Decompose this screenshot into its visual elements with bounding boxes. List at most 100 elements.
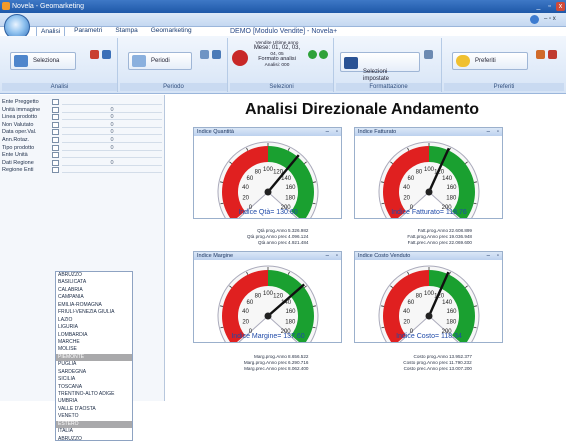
minimize-gauge-button[interactable]: – — [487, 128, 490, 136]
filter-value[interactable]: 0 — [62, 129, 162, 136]
region-list-item[interactable]: VENETO — [56, 413, 132, 420]
region-list-item[interactable]: PUGLIA — [56, 361, 132, 368]
period-list-icon[interactable] — [212, 50, 221, 59]
tab-stampa[interactable]: Stampa — [111, 26, 141, 36]
maximize-button[interactable]: ▫ — [545, 2, 554, 11]
filter-checkbox[interactable] — [52, 137, 59, 143]
filter-checkbox[interactable] — [52, 159, 59, 166]
region-list-item[interactable]: MOLISE — [56, 346, 132, 353]
maximize-gauge-button[interactable]: ▫ — [497, 252, 499, 260]
format-icon[interactable] — [424, 50, 433, 59]
selezioni-impostate-button[interactable]: Selezioni impostate — [340, 52, 420, 82]
filter-checkbox[interactable] — [52, 99, 59, 105]
region-list-item[interactable]: UMBRIA — [56, 398, 132, 405]
filter-value[interactable]: 0 — [62, 122, 162, 128]
region-list-item[interactable]: TOSCANA — [56, 384, 132, 391]
edit-favorites-icon[interactable] — [536, 50, 545, 59]
gauge-hub — [425, 312, 433, 320]
region-list-item[interactable]: ESTERO — [56, 420, 132, 429]
filter-checkbox[interactable] — [52, 106, 59, 113]
region-list-item[interactable]: PIEMONTE — [56, 353, 132, 362]
region-list-item[interactable]: BASILICATA — [56, 279, 132, 286]
filter-row[interactable]: Ann.Rotaz. 0 — [2, 137, 162, 144]
gauge-stats: Fatt.prog.Anno 22.608.899 Fatt.prog.Anno p… — [354, 228, 503, 248]
filter-checkbox[interactable] — [52, 152, 59, 159]
filter-row[interactable]: Tipo prodotto 0 — [2, 144, 162, 152]
stop-icon[interactable] — [232, 50, 248, 66]
filter-value[interactable] — [62, 99, 162, 105]
stat-row: Qtà anno prec 4.921.484 — [193, 240, 342, 246]
region-list-item[interactable]: EMILIA-ROMAGNA — [56, 302, 132, 309]
preferiti-button[interactable]: Preferiti — [452, 52, 528, 70]
maximize-gauge-button[interactable]: ▫ — [336, 128, 338, 136]
region-list-item[interactable]: ABRUZZO — [56, 436, 132, 443]
minimize-button[interactable]: _ — [534, 2, 543, 11]
gauge-tick-label: 60 — [247, 300, 254, 306]
gauge-tick-label: 160 — [285, 309, 296, 315]
period-settings-icon[interactable] — [200, 50, 209, 59]
region-list[interactable]: ABRUZZO BASILICATA CALABRIA CAMPANIA EMILIA-… — [55, 271, 133, 443]
filter-value[interactable]: 0 — [62, 145, 162, 151]
filter-checkbox[interactable] — [52, 121, 59, 128]
group-label-selezioni: Selezioni — [230, 83, 333, 91]
filter-row[interactable]: Ente Unità — [2, 152, 162, 159]
region-list-item[interactable]: MARCHE — [56, 339, 132, 346]
filter-row[interactable]: Regione Enti — [2, 167, 162, 174]
region-list-item[interactable]: FRIULI-VENEZIA GIULIA — [56, 309, 132, 316]
help-icon[interactable] — [530, 15, 539, 24]
window-controls-icon[interactable]: – ▫ x — [544, 16, 562, 23]
filter-row[interactable]: Dati Regione 0 — [2, 159, 162, 167]
periodi-button[interactable]: Periodi — [128, 52, 192, 70]
region-list-item[interactable]: SICILIA — [56, 376, 132, 383]
minimize-gauge-button[interactable]: – — [326, 252, 329, 260]
gauge-panel: Indice Costo Venduto – ▫ 0 20 40 60 80 100 120 140… — [354, 251, 503, 343]
save-icon[interactable] — [102, 50, 111, 59]
maximize-gauge-button[interactable]: ▫ — [497, 128, 499, 136]
filter-checkbox[interactable] — [52, 129, 59, 136]
region-list-item[interactable]: LIGURIA — [56, 324, 132, 331]
remove-favorites-icon[interactable] — [548, 50, 557, 59]
forward-icon[interactable] — [308, 50, 317, 59]
app-icon[interactable] — [2, 2, 10, 10]
tab-geomarketing[interactable]: Geomarketing — [147, 26, 196, 36]
delete-icon[interactable] — [90, 50, 99, 59]
region-list-item[interactable]: CAMPANIA — [56, 294, 132, 301]
filter-value[interactable]: 0 — [62, 114, 162, 121]
page-title: Analisi Direzionale Andamento — [244, 101, 480, 118]
filter-row[interactable]: Non Valutato 0 — [2, 121, 162, 129]
stat-label: Qtà prog.Anno — [257, 228, 287, 233]
filter-value[interactable]: 0 — [62, 160, 162, 166]
filter-label: Tipo prodotto — [2, 144, 35, 151]
filter-value[interactable] — [62, 152, 162, 159]
stat-label: Qtà anno prec — [257, 240, 287, 246]
filter-value[interactable]: 0 — [62, 107, 162, 113]
group-label-preferiti: Preferiti — [444, 83, 564, 91]
filter-value[interactable] — [62, 167, 162, 174]
stat-label: Fatt.prec.Anno prec — [407, 240, 448, 246]
filter-value[interactable]: 0 — [62, 137, 162, 143]
region-list-item[interactable]: LOMBARDIA — [56, 332, 132, 339]
region-list-item[interactable]: LAZIO — [56, 317, 132, 324]
region-list-item[interactable]: VALLE D'AOSTA — [56, 406, 132, 413]
minimize-gauge-button[interactable]: – — [487, 252, 490, 260]
close-button[interactable]: x — [556, 2, 565, 11]
filter-row[interactable]: Linea prodotto 0 — [2, 114, 162, 121]
tab-parametri[interactable]: Parametri — [70, 26, 106, 36]
region-list-item[interactable]: TRENTINO-ALTO ADIGE — [56, 391, 132, 398]
tab-analisi[interactable]: Analisi — [36, 26, 66, 36]
region-list-item[interactable]: CALABRIA — [56, 287, 132, 294]
group-formattazione: Selezioni impostate Formattazione — [336, 38, 442, 92]
region-list-item[interactable]: ITALIA — [56, 428, 132, 435]
region-list-item[interactable]: ABRUZZO — [56, 272, 132, 279]
filter-row[interactable]: Ente Preggetto — [2, 99, 162, 106]
minimize-gauge-button[interactable]: – — [326, 128, 329, 136]
seleziona-button[interactable]: Seleziona — [10, 52, 76, 70]
maximize-gauge-button[interactable]: ▫ — [336, 252, 338, 260]
filter-row[interactable]: Data oper.Val. 0 — [2, 129, 162, 136]
region-list-item[interactable]: SARDEGNA — [56, 369, 132, 376]
filter-checkbox[interactable] — [52, 144, 59, 151]
filter-row[interactable]: Unità immagine 0 — [2, 106, 162, 114]
filter-checkbox[interactable] — [52, 167, 59, 174]
filter-checkbox[interactable] — [52, 114, 59, 121]
back-icon[interactable] — [319, 50, 328, 59]
